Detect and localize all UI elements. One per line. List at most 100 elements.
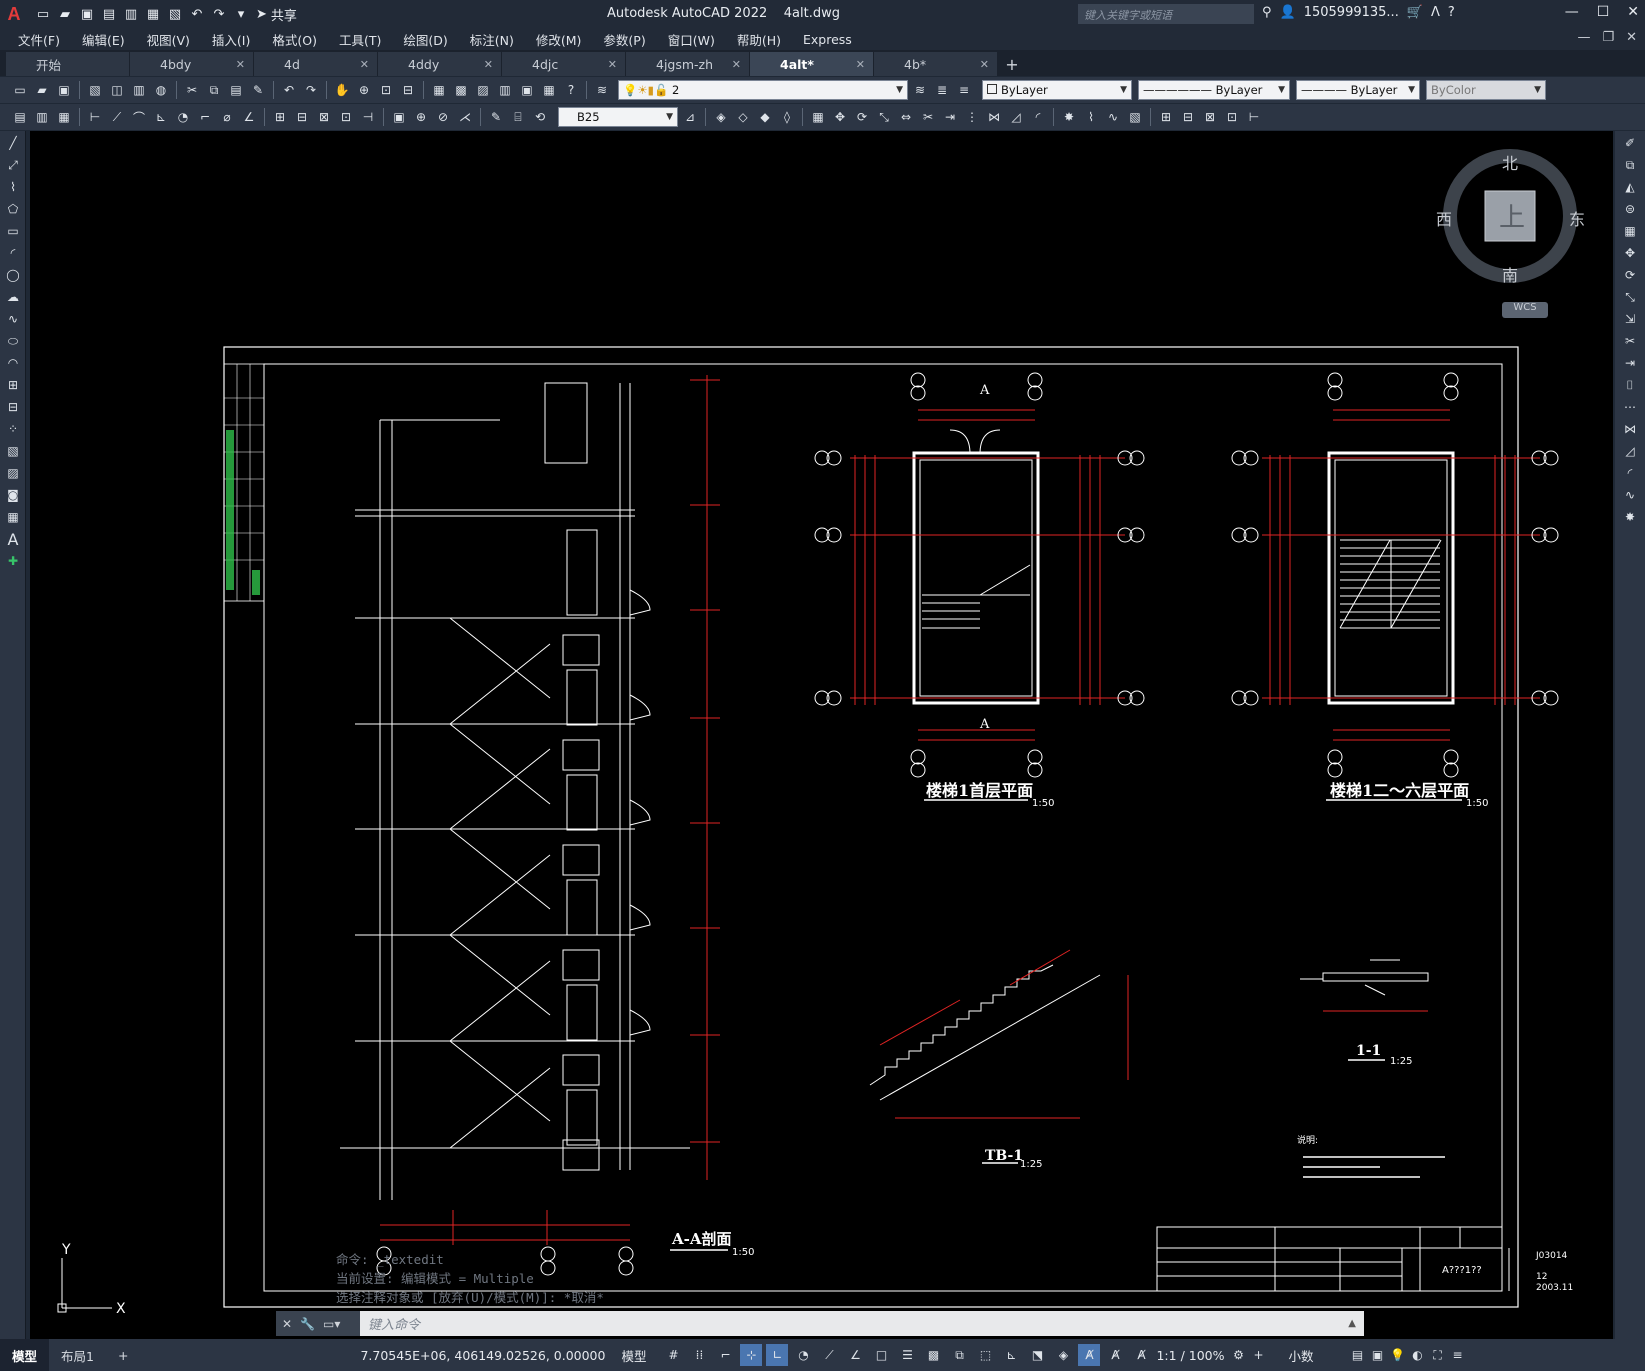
match-properties-icon[interactable]: ✎: [248, 80, 268, 100]
dynamic-input-icon[interactable]: ⊹: [740, 1344, 763, 1366]
file-tab[interactable]: 开始: [6, 52, 129, 76]
layer-dropdown[interactable]: 💡☀▮🔓 2 ▼: [618, 80, 908, 100]
insert-block-icon[interactable]: ⊞: [3, 375, 23, 395]
coordinates-readout[interactable]: 7.70545E+06, 406149.02526, 0.00000: [360, 1348, 605, 1363]
hatch-icon[interactable]: ▧: [3, 441, 23, 461]
close-tab-icon[interactable]: ✕: [236, 58, 245, 71]
blend-curves-icon[interactable]: ∿: [1620, 485, 1640, 505]
edit-attribute-icon[interactable]: ⊡: [1222, 107, 1242, 127]
dim-update-icon[interactable]: ⟲: [530, 107, 550, 127]
customize-wrench-icon[interactable]: 🔧: [300, 1317, 315, 1331]
ucs-icon-toggle[interactable]: ⊾: [1000, 1344, 1022, 1366]
rectangle-icon[interactable]: ▭: [3, 221, 23, 241]
file-tab[interactable]: 4djc ✕: [502, 52, 625, 76]
linetype-dropdown[interactable]: —————— ByLayer ▼: [1138, 80, 1290, 100]
file-tab[interactable]: 4bdy ✕: [130, 52, 253, 76]
close-icon[interactable]: ✕: [282, 1317, 292, 1331]
compass-west[interactable]: 西: [1436, 206, 1452, 230]
chamfer-icon[interactable]: ◿: [1006, 107, 1026, 127]
menu-item[interactable]: 工具(T): [339, 30, 381, 49]
wcs-menu[interactable]: WCS: [1502, 302, 1548, 318]
file-tab[interactable]: 4ddy ✕: [378, 52, 501, 76]
hardware-acceleration-icon[interactable]: ◐: [1408, 1345, 1428, 1365]
object-snap-tracking-icon[interactable]: ∠: [844, 1344, 866, 1366]
edit-hatch-icon[interactable]: ▧: [1125, 107, 1145, 127]
zoom-window-icon[interactable]: ⊡: [376, 80, 396, 100]
gradient-icon[interactable]: ▨: [3, 463, 23, 483]
radius-icon[interactable]: ◔: [173, 107, 193, 127]
zoom-realtime-icon[interactable]: ⊕: [354, 80, 374, 100]
grid-icon[interactable]: #: [662, 1344, 684, 1366]
compass-north[interactable]: 北: [1502, 150, 1518, 174]
dim-edit-icon[interactable]: ✎: [486, 107, 506, 127]
make-current-layer-icon[interactable]: ≋: [910, 80, 930, 100]
menu-item[interactable]: 标注(N): [470, 30, 514, 49]
3d-dwf-icon[interactable]: ◍: [151, 80, 171, 100]
text-style-dropdown[interactable]: B25 ▼: [558, 107, 678, 127]
copy-object-icon[interactable]: ◇: [733, 107, 753, 127]
stretch-icon[interactable]: ⇲: [1620, 309, 1640, 329]
a360-icon[interactable]: Ʌ: [1431, 5, 1440, 20]
close-tab-icon[interactable]: ✕: [856, 58, 865, 71]
file-tab[interactable]: 4d ✕: [254, 52, 377, 76]
arc-icon[interactable]: ◜: [3, 243, 23, 263]
new-tab-button[interactable]: +: [998, 52, 1026, 76]
selection-cycling-icon[interactable]: ⧉: [948, 1344, 970, 1366]
menu-item[interactable]: 插入(I): [212, 30, 250, 49]
insert-block-icon[interactable]: ⊞: [1156, 107, 1176, 127]
menu-item[interactable]: 文件(F): [18, 30, 60, 49]
layer-match-icon[interactable]: ≡: [954, 80, 974, 100]
search-icon[interactable]: ⚲: [1262, 5, 1272, 20]
layer-tool-icon[interactable]: ▤: [10, 107, 30, 127]
ordinate-icon[interactable]: ⊾: [151, 107, 171, 127]
close-tab-icon[interactable]: ✕: [484, 58, 493, 71]
annotation-monitor-icon[interactable]: +: [1249, 1345, 1269, 1365]
save-as-icon[interactable]: ▤: [100, 5, 118, 23]
center-mark-icon[interactable]: ⊕: [411, 107, 431, 127]
edit-polyline-icon[interactable]: ⌇: [1081, 107, 1101, 127]
menu-item[interactable]: Express: [803, 32, 852, 47]
array-icon[interactable]: ▦: [808, 107, 828, 127]
selection-filter-icon[interactable]: ◈: [1052, 1344, 1074, 1366]
zoom-previous-icon[interactable]: ⊟: [398, 80, 418, 100]
redo-icon[interactable]: ↷: [210, 5, 228, 23]
doc-restore-icon[interactable]: ❐: [1602, 30, 1614, 45]
add-selected-icon[interactable]: ✚: [3, 551, 23, 571]
dim-style-icon[interactable]: ⊿: [680, 107, 700, 127]
scale-icon[interactable]: ⤡: [874, 107, 894, 127]
publish-icon[interactable]: ▥: [129, 80, 149, 100]
layer-tool-icon[interactable]: ▦: [54, 107, 74, 127]
copy-icon[interactable]: ⧉: [1620, 155, 1640, 175]
explode-icon[interactable]: ✸: [1620, 507, 1640, 527]
menu-item[interactable]: 格式(O): [272, 30, 317, 49]
erase-icon[interactable]: ◈: [711, 107, 731, 127]
move-icon[interactable]: ✥: [1620, 243, 1640, 263]
array-icon[interactable]: ▦: [1620, 221, 1640, 241]
polygon-icon[interactable]: ⬠: [3, 199, 23, 219]
share-button[interactable]: ➤ 共享: [256, 5, 297, 24]
file-tab[interactable]: 4b* ✕: [874, 52, 997, 76]
baseline-icon[interactable]: ⊟: [292, 107, 312, 127]
plotstyle-dropdown[interactable]: ByColor ▼: [1426, 80, 1546, 100]
extend-icon[interactable]: ⇥: [940, 107, 960, 127]
preview-icon[interactable]: ◫: [107, 80, 127, 100]
move-icon[interactable]: ✥: [830, 107, 850, 127]
user-icon[interactable]: 👤: [1280, 5, 1296, 20]
cart-icon[interactable]: 🛒: [1407, 5, 1423, 20]
view-cube-face[interactable]: 上: [1499, 197, 1525, 234]
user-name[interactable]: 1505999135...: [1304, 5, 1399, 20]
isodraft-icon[interactable]: ⟋: [818, 1344, 840, 1366]
new-file-icon[interactable]: ▭: [34, 5, 52, 23]
menu-item[interactable]: 绘图(D): [403, 30, 447, 49]
trim-icon[interactable]: ✂: [1620, 331, 1640, 351]
make-block-icon[interactable]: ⊟: [3, 397, 23, 417]
lock-ui-icon[interactable]: ▣: [1368, 1345, 1388, 1365]
menu-item[interactable]: 参数(P): [603, 30, 645, 49]
open-icon[interactable]: ▰: [32, 80, 52, 100]
ellipse-icon[interactable]: ⬭: [3, 331, 23, 351]
transparency-icon[interactable]: ▩: [922, 1344, 944, 1366]
quick-properties-icon[interactable]: ▤: [1348, 1345, 1368, 1365]
break-at-point-icon[interactable]: ⌷: [1620, 375, 1640, 395]
save-icon[interactable]: ▣: [78, 5, 96, 23]
mirror-icon[interactable]: ◆: [755, 107, 775, 127]
